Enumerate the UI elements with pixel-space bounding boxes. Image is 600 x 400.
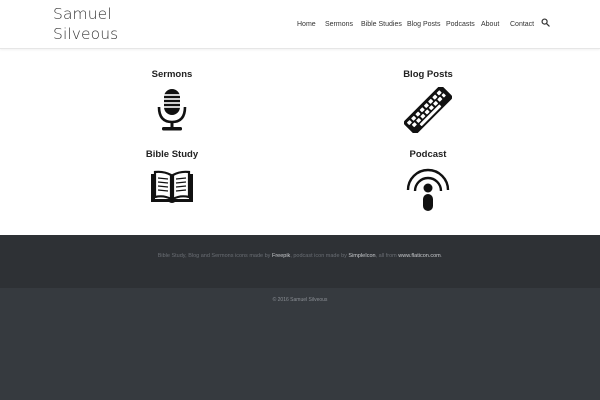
blog-posts-title[interactable]: Blog Posts — [328, 69, 528, 81]
nav-item-bible-studies[interactable]: Bible Studies — [361, 20, 402, 30]
sermons-section: Sermons — [72, 69, 272, 81]
podcast-icon[interactable] — [404, 166, 452, 214]
podcast-title[interactable]: Podcast — [328, 149, 528, 161]
bible-study-section: Bible Study — [72, 149, 272, 161]
sermons-title[interactable]: Sermons — [72, 69, 272, 81]
search-icon[interactable] — [541, 18, 550, 27]
flaticon-link[interactable]: www.flaticon.com — [398, 253, 441, 259]
nav-item-contact[interactable]: Contact — [510, 20, 534, 30]
microphone-icon[interactable] — [152, 87, 192, 133]
simpleicon-link[interactable]: SimpleIcon — [348, 253, 375, 259]
nav-item-about[interactable]: About — [481, 20, 499, 30]
site-header: Samuel Silveous Home Sermons Bible Studi… — [0, 0, 600, 49]
footer-copyright-bar — [0, 288, 600, 400]
nav-item-podcasts[interactable]: Podcasts — [446, 20, 475, 30]
podcast-section: Podcast — [328, 149, 528, 161]
credit-mid2: , all from — [375, 253, 399, 259]
copyright-text: © 2016 Samuel Silveous — [272, 297, 328, 303]
icon-credits: Bible Study, Blog and Sermons icons made… — [0, 252, 600, 260]
open-book-icon[interactable] — [149, 170, 195, 206]
bible-study-title[interactable]: Bible Study — [72, 149, 272, 161]
credit-mid: , podcast icon made by — [290, 253, 349, 259]
keyboard-icon[interactable] — [404, 87, 452, 133]
freepik-link[interactable]: Freepik — [272, 253, 290, 259]
nav-item-sermons[interactable]: Sermons — [325, 20, 353, 30]
nav-item-home[interactable]: Home — [297, 20, 316, 30]
nav-item-blog-posts[interactable]: Blog Posts — [407, 20, 440, 30]
blog-posts-section: Blog Posts — [328, 69, 528, 81]
footer-credits-bar — [0, 235, 600, 288]
site-logo[interactable]: Samuel Silveous — [53, 4, 143, 44]
credit-end: . — [440, 253, 443, 259]
credit-prefix: Bible Study, Blog and Sermons icons made… — [157, 253, 272, 259]
